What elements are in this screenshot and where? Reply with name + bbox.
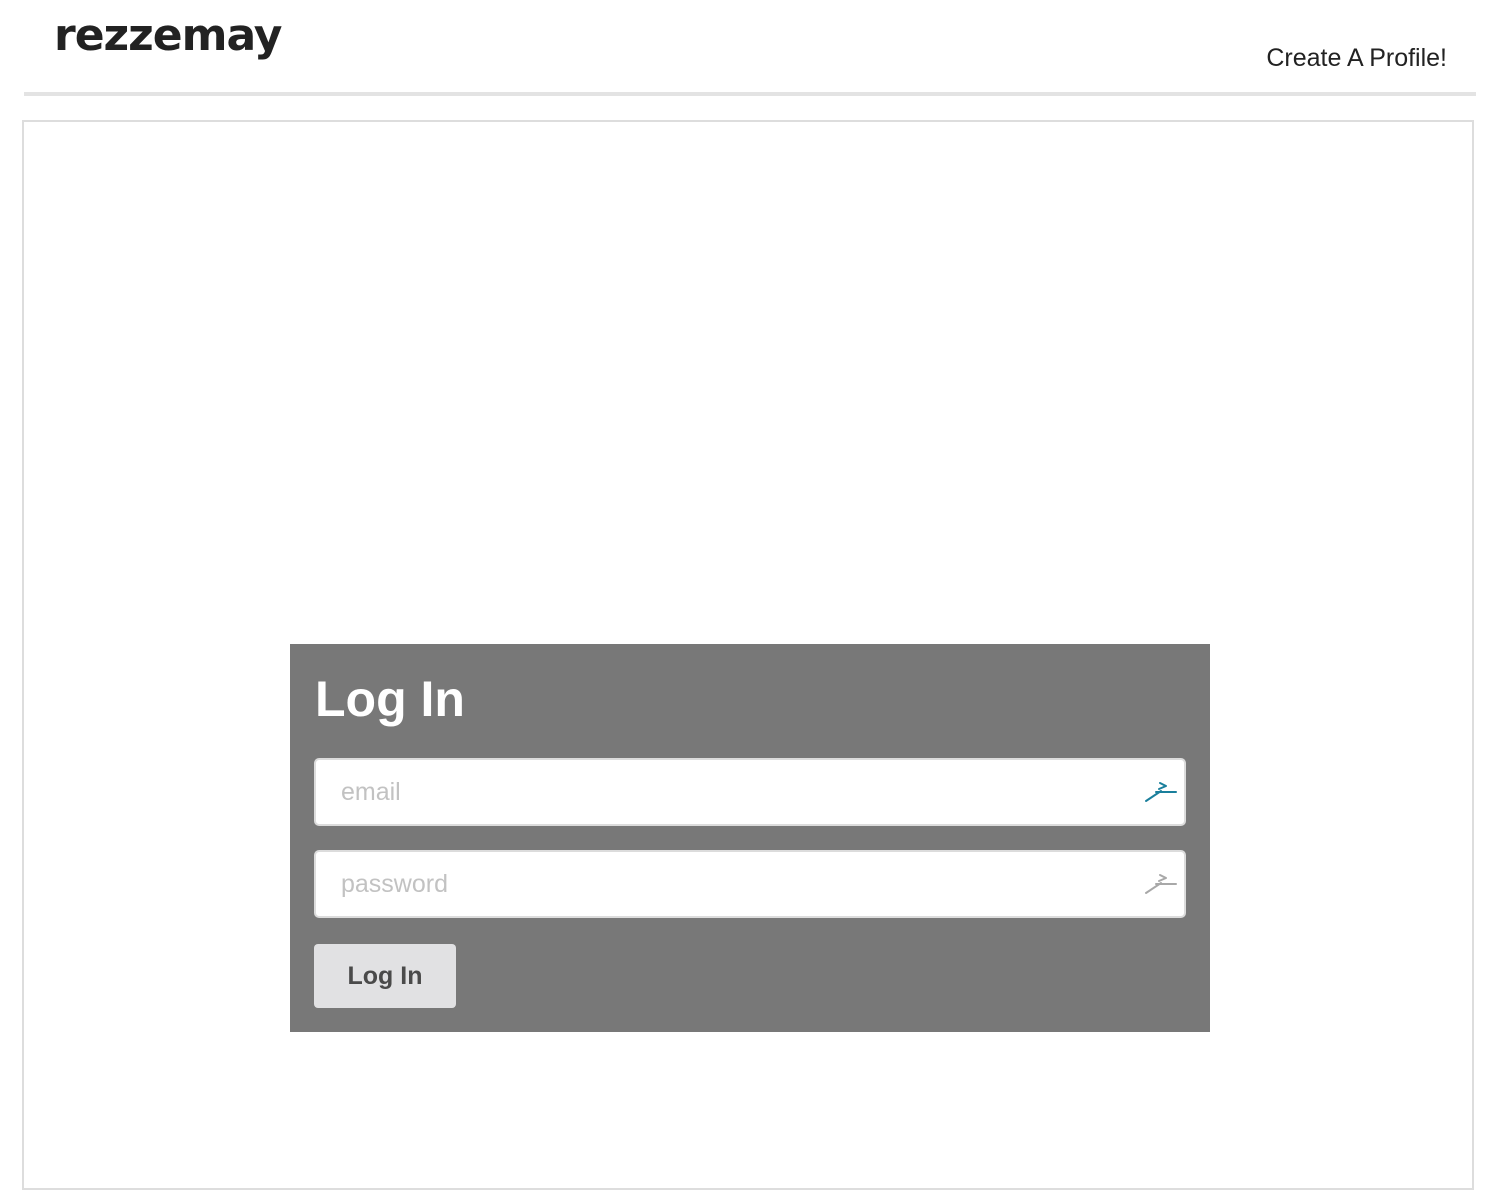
password-manager-icon[interactable] — [1144, 872, 1178, 896]
login-button[interactable]: Log In — [314, 944, 456, 1008]
login-panel: Log In Log In — [290, 644, 1210, 1032]
email-field[interactable] — [316, 760, 1184, 824]
create-profile-link[interactable]: Create A Profile! — [1266, 44, 1447, 73]
login-title: Log In — [315, 671, 465, 727]
password-field[interactable] — [316, 852, 1184, 916]
password-manager-icon[interactable] — [1144, 780, 1178, 804]
site-header: rezzemay Create A Profile! — [24, 0, 1476, 96]
password-field-wrapper — [314, 850, 1186, 918]
email-field-wrapper — [314, 758, 1186, 826]
site-logo[interactable]: rezzemay — [54, 10, 282, 61]
